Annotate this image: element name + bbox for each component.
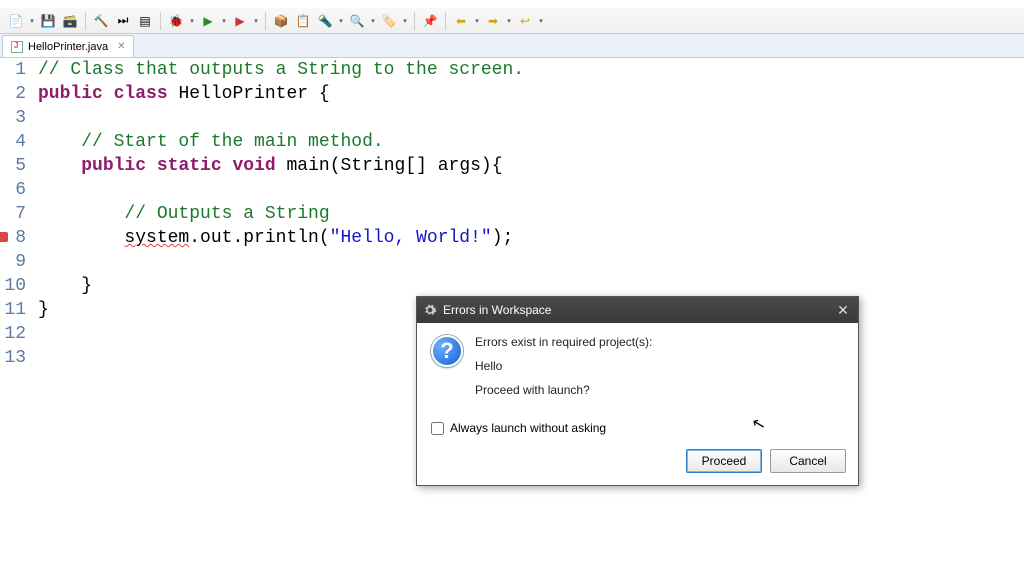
line-gutter: 12345678910111213 [0,58,34,576]
menu-bar[interactable] [0,0,1024,8]
save-icon[interactable]: 💾 [38,11,58,31]
open-type-icon[interactable]: 🔦 [315,11,335,31]
tab-bar: HelloPrinter.java ✕ [0,34,1024,58]
close-icon[interactable]: ✕ [834,301,852,319]
code-line[interactable]: public class HelloPrinter { [38,82,1024,106]
coverage-icon[interactable]: ▶ [230,11,250,31]
always-launch-checkbox[interactable] [431,422,444,435]
back-icon[interactable]: ⬅ [451,11,471,31]
save-all-icon[interactable]: 🗃️ [60,11,80,31]
dialog-line2: Proceed with launch? [475,383,844,397]
line-number: 5 [0,154,26,178]
cancel-button[interactable]: Cancel [770,449,846,473]
line-number: 6 [0,178,26,202]
code-line[interactable]: } [38,274,1024,298]
line-number: 3 [0,106,26,130]
error-marker-icon [0,232,8,242]
new-class-icon[interactable]: 📋 [293,11,313,31]
dropdown-arrow-icon[interactable]: ▾ [28,17,36,25]
code-line[interactable]: // Class that outputs a String to the sc… [38,58,1024,82]
dropdown-arrow-icon[interactable]: ▾ [337,17,345,25]
line-number: 8 [0,226,26,250]
dialog-message: Errors exist in required project(s): Hel… [475,335,844,407]
line-number: 12 [0,322,26,346]
code-line[interactable] [38,250,1024,274]
checkbox-label: Always launch without asking [450,421,606,435]
dropdown-arrow-icon[interactable]: ▾ [505,17,513,25]
editor-tab[interactable]: HelloPrinter.java ✕ [2,35,134,57]
line-number: 1 [0,58,26,82]
forward-icon[interactable]: ➡ [483,11,503,31]
code-line[interactable] [38,106,1024,130]
dialog-project: Hello [475,359,844,373]
last-edit-icon[interactable]: ↩ [515,11,535,31]
skip-icon[interactable]: ⏭ [113,11,133,31]
pin-icon[interactable]: 📌 [420,11,440,31]
line-number: 9 [0,250,26,274]
line-number: 4 [0,130,26,154]
hammer-icon[interactable]: 🔨 [91,11,111,31]
errors-dialog: Errors in Workspace ✕ ? Errors exist in … [416,296,859,486]
new-package-icon[interactable]: 📦 [271,11,291,31]
code-line[interactable]: public static void main(String[] args){ [38,154,1024,178]
dropdown-arrow-icon[interactable]: ▾ [473,17,481,25]
code-line[interactable]: // Outputs a String [38,202,1024,226]
separator [160,12,161,30]
code-line[interactable] [38,178,1024,202]
dialog-title-bar[interactable]: Errors in Workspace ✕ [417,297,858,323]
new-icon[interactable]: 📄 [6,11,26,31]
question-icon: ? [431,335,463,367]
dialog-body: ? Errors exist in required project(s): H… [417,323,858,415]
separator [414,12,415,30]
line-number: 7 [0,202,26,226]
code-line[interactable]: system.out.println("Hello, World!"); [38,226,1024,250]
dropdown-arrow-icon[interactable]: ▾ [537,17,545,25]
proceed-button[interactable]: Proceed [686,449,762,473]
gear-icon [423,303,437,317]
line-number: 2 [0,82,26,106]
code-line[interactable]: // Start of the main method. [38,130,1024,154]
dropdown-arrow-icon[interactable]: ▾ [401,17,409,25]
close-icon[interactable]: ✕ [117,41,125,52]
tab-filename: HelloPrinter.java [28,41,108,53]
line-number: 13 [0,346,26,370]
toolbar: 📄▾ 💾 🗃️ 🔨 ⏭ ▤ 🐞▾ ▶▾ ▶▾ 📦 📋 🔦▾ 🔍▾ 🏷️▾ 📌 ⬅… [0,8,1024,34]
dropdown-arrow-icon[interactable]: ▾ [188,17,196,25]
dialog-title: Errors in Workspace [443,303,551,317]
search-icon[interactable]: 🔍 [347,11,367,31]
run-icon[interactable]: ▶ [198,11,218,31]
java-file-icon [11,41,23,53]
line-number: 10 [0,274,26,298]
separator [265,12,266,30]
outline-icon[interactable]: ▤ [135,11,155,31]
separator [445,12,446,30]
dialog-checkbox-row: Always launch without asking [417,415,858,445]
dialog-buttons: Proceed Cancel [417,445,858,485]
dropdown-arrow-icon[interactable]: ▾ [252,17,260,25]
task-icon[interactable]: 🏷️ [379,11,399,31]
line-number: 11 [0,298,26,322]
debug-icon[interactable]: 🐞 [166,11,186,31]
dropdown-arrow-icon[interactable]: ▾ [220,17,228,25]
separator [85,12,86,30]
dialog-line1: Errors exist in required project(s): [475,335,844,349]
dropdown-arrow-icon[interactable]: ▾ [369,17,377,25]
